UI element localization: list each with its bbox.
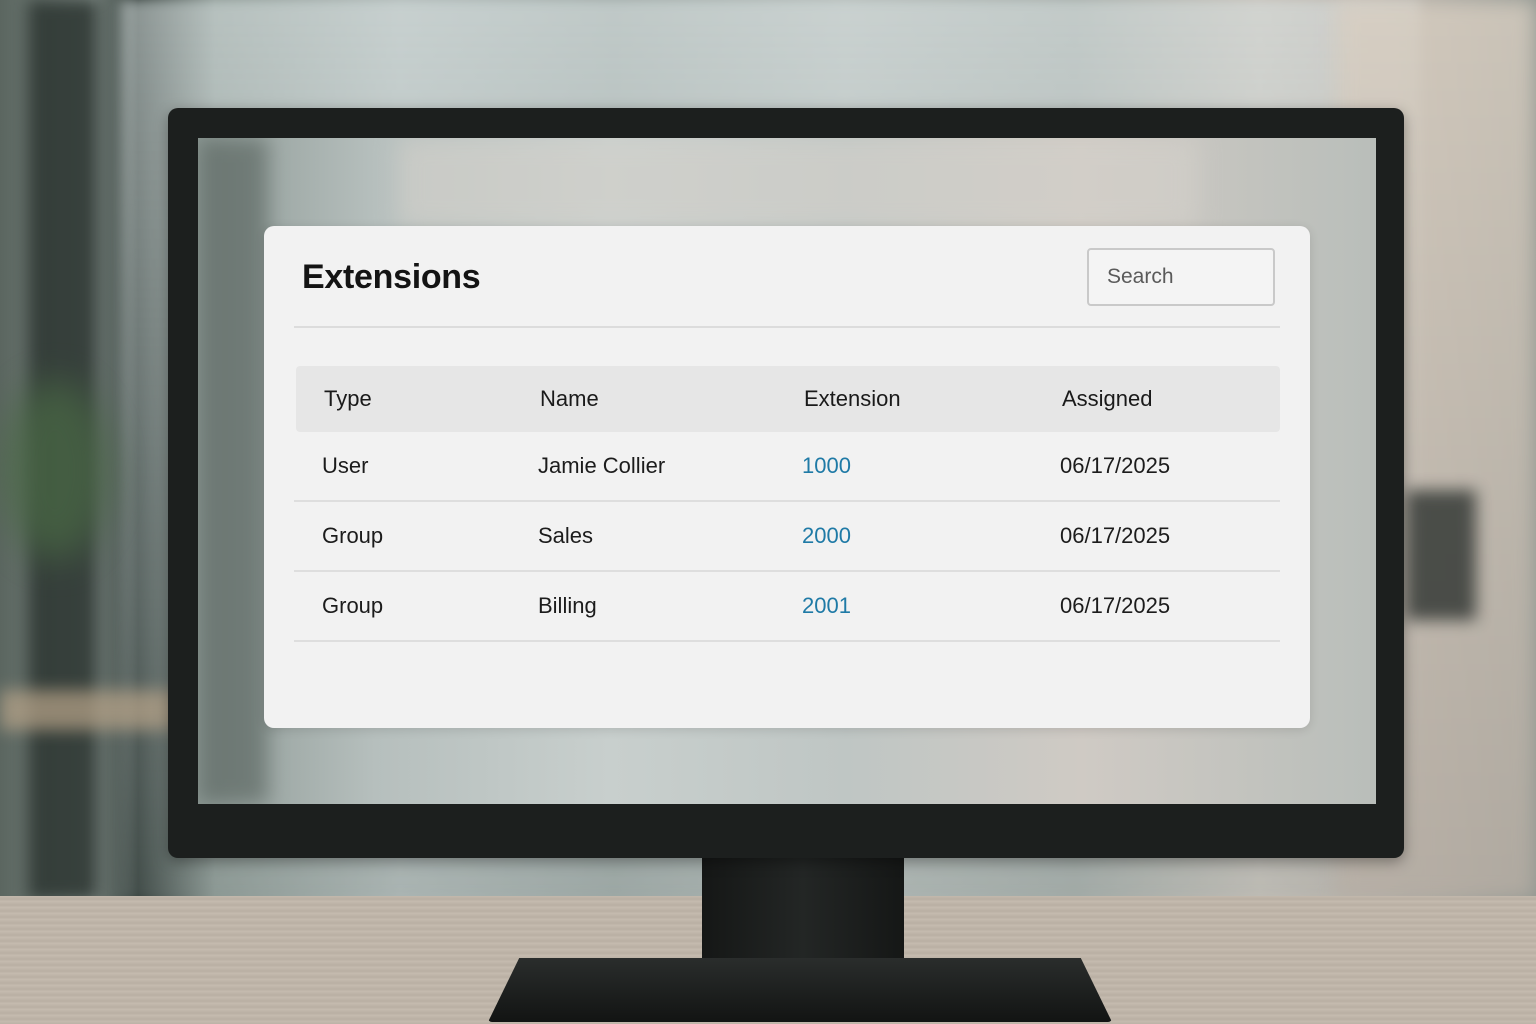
- extension-link[interactable]: 2000: [802, 523, 851, 549]
- screen-background-shadow: [198, 138, 268, 804]
- column-header-extension[interactable]: Extension: [804, 386, 901, 412]
- column-header-name[interactable]: Name: [540, 386, 599, 412]
- cell-name: Billing: [538, 593, 597, 618]
- table-row[interactable]: User Jamie Collier 1000 06/17/2025: [294, 432, 1280, 502]
- cell-type: User: [322, 453, 369, 478]
- extensions-panel: Extensions Type Name Extension Assigned …: [264, 226, 1310, 728]
- cell-type: Group: [322, 593, 384, 618]
- table-header: Type Name Extension Assigned: [296, 366, 1280, 432]
- cell-name: Sales: [538, 523, 594, 548]
- monitor-stand-base: [488, 958, 1112, 1022]
- table-row[interactable]: Group Billing 2001 06/17/2025: [294, 572, 1280, 642]
- extension-link[interactable]: 1000: [802, 453, 851, 479]
- cell-assigned: 06/17/2025: [1060, 453, 1171, 478]
- extensions-table: Type Name Extension Assigned User Jamie …: [294, 366, 1280, 642]
- table-row[interactable]: Group Sales 2000 06/17/2025: [294, 502, 1280, 572]
- screen-background-highlight: [398, 138, 1198, 228]
- background-plant: [0, 380, 110, 560]
- cell-assigned: 06/17/2025: [1060, 593, 1171, 618]
- monitor-stand-neck: [702, 858, 904, 968]
- column-header-type[interactable]: Type: [324, 386, 372, 412]
- column-header-assigned[interactable]: Assigned: [1062, 386, 1153, 412]
- cell-assigned: 06/17/2025: [1060, 523, 1171, 548]
- cell-name: Jamie Collier: [538, 453, 666, 478]
- header-divider: [294, 326, 1280, 328]
- extension-link[interactable]: 2001: [802, 593, 851, 619]
- search-input[interactable]: [1087, 248, 1275, 306]
- cell-type: Group: [322, 523, 384, 548]
- page-title: Extensions: [302, 258, 481, 296]
- background-object: [1406, 490, 1476, 620]
